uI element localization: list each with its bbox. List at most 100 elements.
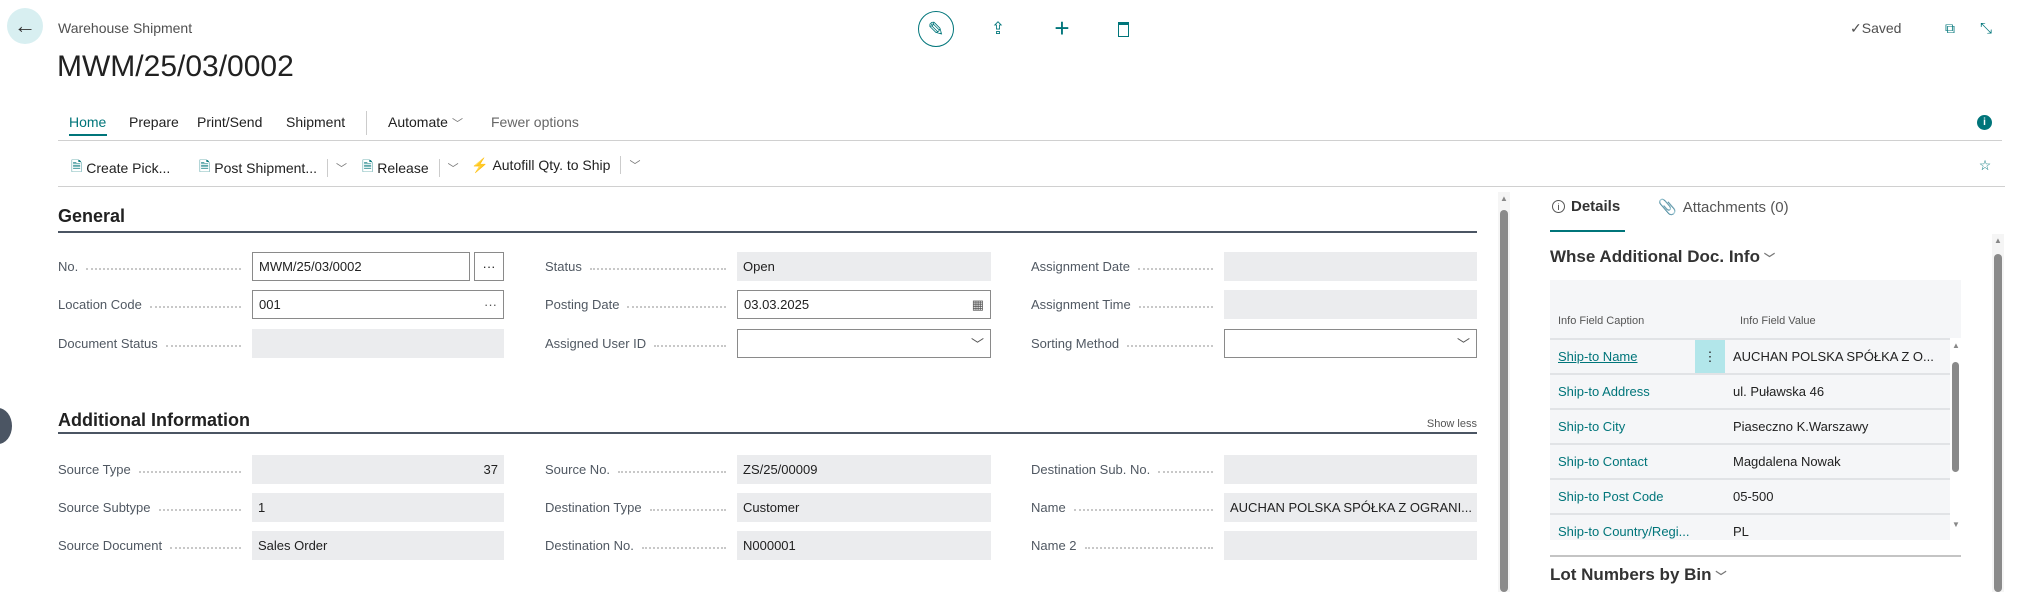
check-icon: ✓ (1850, 20, 1862, 36)
caption-link[interactable]: Ship-to City (1550, 419, 1695, 434)
chevron-down-icon[interactable]: ﹀ (336, 160, 347, 176)
nav-divider (366, 111, 367, 135)
no-assist-button[interactable]: ··· (474, 252, 504, 281)
collapse-button[interactable]: ⤡ (1976, 18, 1996, 38)
factbox-top-line (1515, 186, 2005, 187)
release-icon: 🗎 (362, 158, 374, 174)
value: Magdalena Nowak (1733, 454, 1841, 469)
value: ul. Puławska 46 (1733, 384, 1825, 399)
calendar-icon[interactable]: ▦ (972, 297, 984, 313)
table-scrollbar[interactable]: ▲ ▼ (1950, 338, 1961, 540)
share-icon: ⇪ (990, 19, 1006, 38)
row-menu-icon[interactable]: ⋮ (1695, 340, 1725, 373)
table-row[interactable]: Ship-to Contact Magdalena Nowak (1550, 443, 1950, 478)
source-type-field: 37 (252, 455, 504, 484)
release-button[interactable]: 🗎 Release ﹀ (362, 156, 459, 180)
table-row[interactable]: Ship-to Name ⋮ AUCHAN POLSKA SPÓŁKA Z O... (1550, 338, 1950, 373)
tab-prepare[interactable]: Prepare (129, 114, 179, 130)
saved-status: ✓Saved (1850, 20, 1902, 36)
status-field: Open (737, 252, 991, 281)
scroll-up-icon[interactable]: ▲ (1994, 236, 2002, 245)
document-icon: 🗎 (71, 158, 83, 174)
new-button[interactable]: + (1050, 12, 1074, 43)
value: AUCHAN POLSKA SPÓŁKA Z O... (1733, 349, 1934, 364)
info-icon[interactable]: i (1977, 115, 1992, 130)
table-row[interactable]: Ship-to City Piaseczno K.Warszawy (1550, 408, 1950, 443)
posting-date-field[interactable]: 03.03.2025 ▦ (737, 290, 991, 319)
tab-print-send[interactable]: Print/Send (197, 114, 262, 130)
pencil-icon: ✎ (927, 18, 945, 41)
factbox-scrollbar[interactable]: ▲ (1992, 234, 2004, 592)
tab-home[interactable]: Home (69, 114, 106, 130)
chevron-down-icon: ﹀ (1715, 571, 1727, 583)
no-field[interactable]: MWM/25/03/0002 (252, 252, 470, 281)
open-new-window-button[interactable]: ⧉ (1940, 18, 1960, 38)
scrollbar-thumb[interactable] (1952, 362, 1959, 472)
nav-divider-line (58, 140, 2002, 141)
delete-button[interactable] (1111, 17, 1135, 41)
label-location-code: Location Code (58, 290, 251, 319)
tab-shipment[interactable]: Shipment (286, 114, 345, 130)
caption-link[interactable]: Ship-to Country/Regi... (1550, 524, 1695, 539)
scroll-down-icon[interactable]: ▼ (1952, 520, 1960, 529)
paperclip-icon: 📎 (1658, 199, 1677, 216)
value: 05-500 (1733, 489, 1774, 504)
chevron-down-icon[interactable]: ﹀ (629, 157, 640, 173)
caption-link[interactable]: Ship-to Contact (1550, 454, 1695, 469)
whse-info-header[interactable]: Whse Additional Doc. Info ﹀ (1550, 247, 1775, 267)
scrollbar-thumb[interactable] (1500, 210, 1508, 592)
caption-link[interactable]: Ship-to Name (1550, 349, 1695, 364)
value: Piaseczno K.Warszawy (1733, 419, 1869, 434)
post-shipment-button[interactable]: 🗎 Post Shipment... ﹀ (199, 156, 347, 180)
trash-icon (1117, 21, 1129, 37)
scroll-up-icon[interactable]: ▲ (1952, 341, 1960, 350)
name-field: AUCHAN POLSKA SPÓŁKA Z OGRANI... (1224, 493, 1477, 522)
pin-icon: ☆ (1978, 156, 1992, 173)
plus-icon: + (1054, 12, 1070, 43)
edit-button[interactable]: ✎ (918, 11, 954, 47)
pin-button[interactable]: ☆ (1976, 156, 1994, 174)
lookup-button[interactable]: ··· (484, 297, 497, 312)
table-row[interactable]: Ship-to Country/Regi... PL (1550, 513, 1950, 540)
column-header-value: Info Field Value (1740, 315, 1816, 327)
main-scrollbar[interactable]: ▲ (1498, 192, 1510, 592)
tab-details[interactable]: i Details (1552, 198, 1620, 215)
sorting-method-select[interactable]: ﹀ (1224, 329, 1477, 358)
source-subtype-field: 1 (252, 493, 504, 522)
assigned-user-id-select[interactable]: ﹀ (737, 329, 991, 358)
location-code-field[interactable]: 001 ··· (252, 290, 504, 319)
breadcrumb: Warehouse Shipment (58, 20, 193, 36)
lot-numbers-header[interactable]: Lot Numbers by Bin ﹀ (1550, 565, 1727, 585)
scroll-up-icon[interactable]: ▲ (1500, 194, 1508, 203)
caption-link[interactable]: Ship-to Post Code (1550, 489, 1695, 504)
share-button[interactable]: ⇪ (986, 17, 1010, 41)
section-line (58, 231, 1477, 233)
chevron-down-icon: ﹀ (1456, 337, 1470, 352)
back-button[interactable]: ← (7, 8, 43, 44)
side-handle[interactable] (0, 408, 12, 444)
show-less-link[interactable]: Show less (1420, 418, 1477, 430)
create-pick-button[interactable]: 🗎 Create Pick... (71, 156, 170, 180)
table-row[interactable]: Ship-to Post Code 05-500 (1550, 478, 1950, 513)
label-no: No. (58, 252, 251, 281)
label-assignment-time: Assignment Time (1031, 290, 1223, 319)
destination-sub-no-field (1224, 455, 1477, 484)
scrollbar-thumb[interactable] (1994, 254, 2002, 592)
info-circle-icon: i (1552, 200, 1565, 213)
label-name: Name (1031, 493, 1223, 522)
autofill-button[interactable]: ⚡ Autofill Qty. to Ship ﹀ (471, 156, 640, 174)
tab-automate[interactable]: Automate ﹀ (388, 114, 463, 131)
table-row[interactable]: Ship-to Address ul. Puławska 46 (1550, 373, 1950, 408)
section-line (58, 432, 1477, 434)
destination-type-field: Customer (737, 493, 991, 522)
caption-link[interactable]: Ship-to Address (1550, 384, 1695, 399)
label-source-type: Source Type (58, 455, 251, 484)
chevron-down-icon: ﹀ (970, 337, 984, 352)
chevron-down-icon[interactable]: ﹀ (448, 160, 459, 176)
tab-attachments[interactable]: 📎 Attachments (0) (1658, 198, 1789, 217)
source-document-field: Sales Order (252, 531, 504, 560)
post-icon: 🗎 (199, 158, 211, 174)
name-2-field (1224, 531, 1477, 560)
label-assigned-user-id: Assigned User ID (545, 329, 736, 358)
fewer-options-button[interactable]: Fewer options (491, 114, 579, 130)
